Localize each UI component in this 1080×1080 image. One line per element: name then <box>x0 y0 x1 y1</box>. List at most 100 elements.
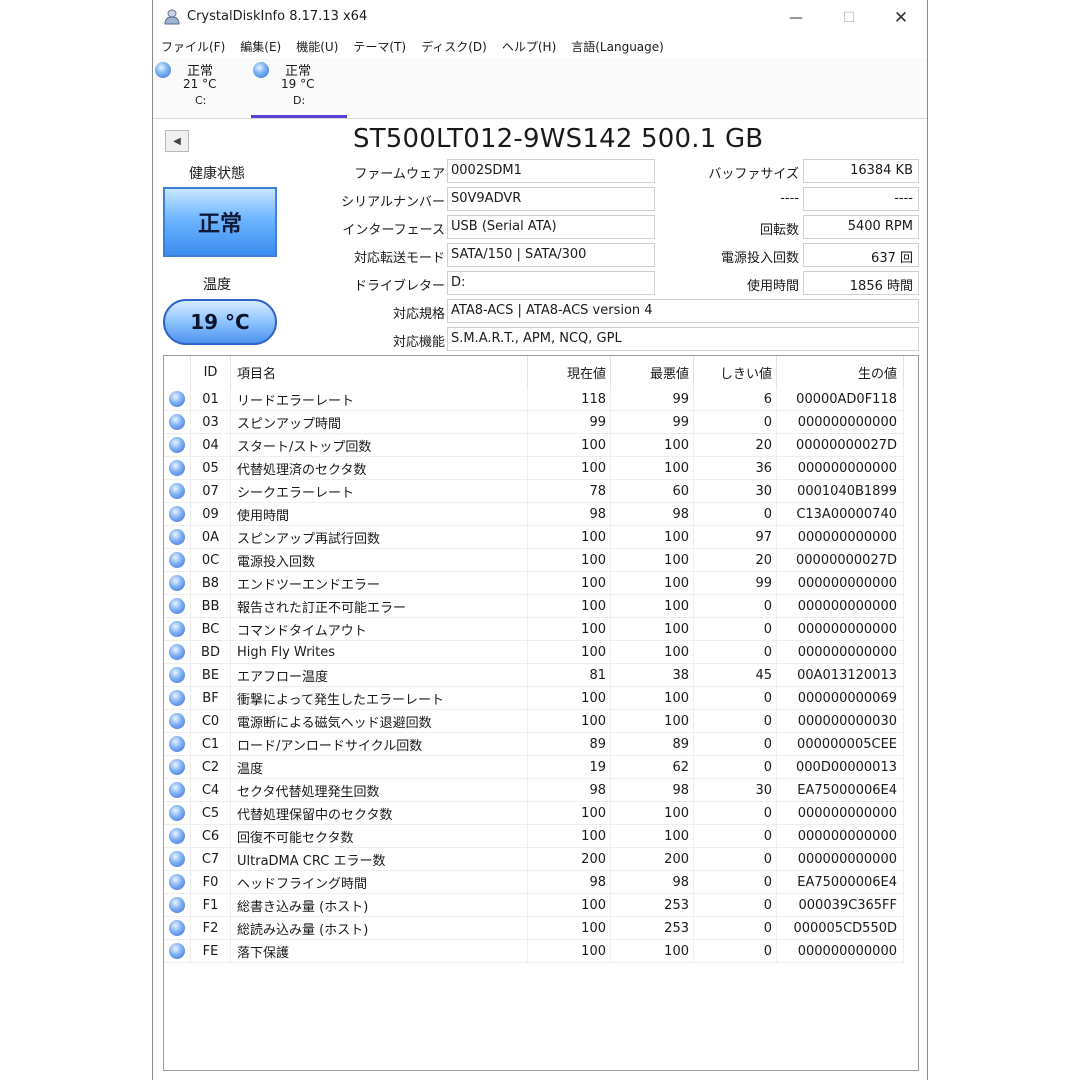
menu-help[interactable]: ヘルプ(H) <box>494 36 563 58</box>
smart-row[interactable]: 05 代替処理済のセクタ数 100 100 36 000000000000 <box>164 456 904 480</box>
interface-label: インターフェース <box>342 223 445 238</box>
smart-row[interactable]: F1 総書き込み量 (ホスト) 100 253 0 000039C365FF <box>164 893 904 917</box>
attribute-name: 総読み込み量 (ホスト) <box>230 916 528 940</box>
threshold-value: 0 <box>693 640 777 664</box>
menu-language[interactable]: 言語(Language) <box>563 36 671 58</box>
smart-row[interactable]: B8 エンドツーエンドエラー 100 100 99 000000000000 <box>164 571 904 595</box>
worst-value: 60 <box>610 479 694 503</box>
status-cell <box>164 456 191 480</box>
attribute-name: 電源投入回数 <box>230 548 528 572</box>
smart-row[interactable]: BD High Fly Writes 100 100 0 000000000000 <box>164 640 904 664</box>
power-on-count-label: 電源投入回数 <box>720 251 799 266</box>
attribute-id: C2 <box>190 755 231 779</box>
menu-edit[interactable]: 編集(E) <box>232 36 288 58</box>
attribute-id: 03 <box>190 410 231 434</box>
attribute-name: 温度 <box>230 755 528 779</box>
current-value: 100 <box>527 640 611 664</box>
threshold-value: 0 <box>693 502 777 526</box>
threshold-column-header[interactable]: しきい値 <box>693 356 777 388</box>
raw-value: 000000000000 <box>776 594 904 618</box>
title-bar[interactable]: CrystalDiskInfo 8.17.13 x64 — ☐ ✕ <box>153 0 927 36</box>
raw-value-column-header[interactable]: 生の値 <box>776 356 904 388</box>
smart-row[interactable]: C6 回復不可能セクタ数 100 100 0 000000000000 <box>164 824 904 848</box>
firmware-value: 0002SDM1 <box>447 159 655 183</box>
serial-value: S0V9ADVR <box>447 187 655 211</box>
attribute-name: スタート/ストップ回数 <box>230 433 528 457</box>
smart-row[interactable]: C0 電源断による磁気ヘッド退避回数 100 100 0 000000000030 <box>164 709 904 733</box>
smart-row[interactable]: F0 ヘッドフライング時間 98 98 0 EA75000006E4 <box>164 870 904 894</box>
previous-disk-button[interactable]: ◀ <box>165 130 189 152</box>
attribute-id: BE <box>190 663 231 687</box>
worst-column-header[interactable]: 最悪値 <box>610 356 694 388</box>
status-column-header[interactable] <box>164 356 191 388</box>
attribute-id: 0C <box>190 548 231 572</box>
drive-letter-value: D: <box>447 271 655 295</box>
drive-tab-d[interactable]: 正常 19 °C D: <box>251 58 347 118</box>
status-dot-icon <box>169 621 185 637</box>
attribute-name: スピンアップ再試行回数 <box>230 525 528 549</box>
features-value: S.M.A.R.T., APM, NCQ, GPL <box>447 327 919 351</box>
attribute-name: リードエラーレート <box>230 388 528 411</box>
smart-row[interactable]: 09 使用時間 98 98 0 C13A00000740 <box>164 502 904 526</box>
smart-row[interactable]: 01 リードエラーレート 118 99 6 00000AD0F118 <box>164 388 904 411</box>
attribute-id: BC <box>190 617 231 641</box>
status-dot-icon <box>169 736 185 752</box>
smart-row[interactable]: 03 スピンアップ時間 99 99 0 000000000000 <box>164 410 904 434</box>
threshold-value: 0 <box>693 939 777 963</box>
status-dot-icon <box>169 529 185 545</box>
standard-label: 対応規格 <box>392 307 445 322</box>
temperature-label: 温度 <box>203 277 231 293</box>
attribute-id: FE <box>190 939 231 963</box>
minimize-button[interactable]: — <box>773 0 819 36</box>
id-column-header[interactable]: ID <box>190 356 231 388</box>
worst-value: 62 <box>610 755 694 779</box>
smart-row[interactable]: BC コマンドタイムアウト 100 100 0 000000000000 <box>164 617 904 641</box>
drive-selector-bar: 正常 21 °C C: 正常 19 °C D: <box>153 58 927 119</box>
attribute-id: F2 <box>190 916 231 940</box>
maximize-button[interactable]: ☐ <box>826 0 872 36</box>
rotation-value: 5400 RPM <box>803 215 919 239</box>
attribute-name: 報告された訂正不可能エラー <box>230 594 528 618</box>
worst-value: 100 <box>610 686 694 710</box>
status-cell <box>164 525 191 549</box>
menu-disk[interactable]: ディスク(D) <box>413 36 494 58</box>
smart-row[interactable]: 0A スピンアップ再試行回数 100 100 97 000000000000 <box>164 525 904 549</box>
smart-row[interactable]: F2 総読み込み量 (ホスト) 100 253 0 000005CD550D <box>164 916 904 940</box>
menu-theme[interactable]: テーマ(T) <box>345 36 413 58</box>
drive-letter: C: <box>195 94 207 107</box>
smart-row[interactable]: FE 落下保護 100 100 0 000000000000 <box>164 939 904 963</box>
attribute-id: BD <box>190 640 231 664</box>
worst-value: 98 <box>610 778 694 802</box>
attribute-name: ロード/アンロードサイクル回数 <box>230 732 528 756</box>
smart-row[interactable]: C5 代替処理保留中のセクタ数 100 100 0 000000000000 <box>164 801 904 825</box>
smart-row[interactable]: 0C 電源投入回数 100 100 20 00000000027D <box>164 548 904 572</box>
menu-file[interactable]: ファイル(F) <box>153 36 232 58</box>
current-value: 100 <box>527 548 611 572</box>
smart-row[interactable]: BB 報告された訂正不可能エラー 100 100 0 000000000000 <box>164 594 904 618</box>
smart-row[interactable]: C2 温度 19 62 0 000D00000013 <box>164 755 904 779</box>
worst-value: 100 <box>610 709 694 733</box>
current-column-header[interactable]: 現在値 <box>527 356 611 388</box>
smart-row[interactable]: BE エアフロー温度 81 38 45 00A013120013 <box>164 663 904 687</box>
attribute-name: 落下保護 <box>230 939 528 963</box>
current-value: 100 <box>527 594 611 618</box>
raw-value: 000000000000 <box>776 847 904 871</box>
menu-function[interactable]: 機能(U) <box>288 36 345 58</box>
raw-value: 00A013120013 <box>776 663 904 687</box>
smart-row[interactable]: C4 セクタ代替処理発生回数 98 98 30 EA75000006E4 <box>164 778 904 802</box>
smart-row[interactable]: C7 UltraDMA CRC エラー数 200 200 0 000000000000 <box>164 847 904 871</box>
attribute-name: 衝撃によって発生したエラーレート <box>230 686 528 710</box>
attribute-name: 使用時間 <box>230 502 528 526</box>
smart-row[interactable]: 04 スタート/ストップ回数 100 100 20 00000000027D <box>164 433 904 457</box>
status-cell <box>164 410 191 434</box>
current-value: 81 <box>527 663 611 687</box>
name-column-header[interactable]: 項目名 <box>230 356 528 388</box>
smart-row[interactable]: C1 ロード/アンロードサイクル回数 89 89 0 000000005CEE <box>164 732 904 756</box>
health-status-button[interactable]: 正常 <box>163 187 277 257</box>
smart-row[interactable]: BF 衝撃によって発生したエラーレート 100 100 0 000000000069 <box>164 686 904 710</box>
smart-row[interactable]: 07 シークエラーレート 78 60 30 0001040B1899 <box>164 479 904 503</box>
drive-tab-c[interactable]: 正常 21 °C C: <box>153 58 249 116</box>
close-button[interactable]: ✕ <box>878 0 924 36</box>
smart-attributes-list[interactable]: ID 項目名 現在値 最悪値 しきい値 生の値 01 リードエラーレート 118 99… <box>163 355 919 1071</box>
status-cell <box>164 433 191 457</box>
